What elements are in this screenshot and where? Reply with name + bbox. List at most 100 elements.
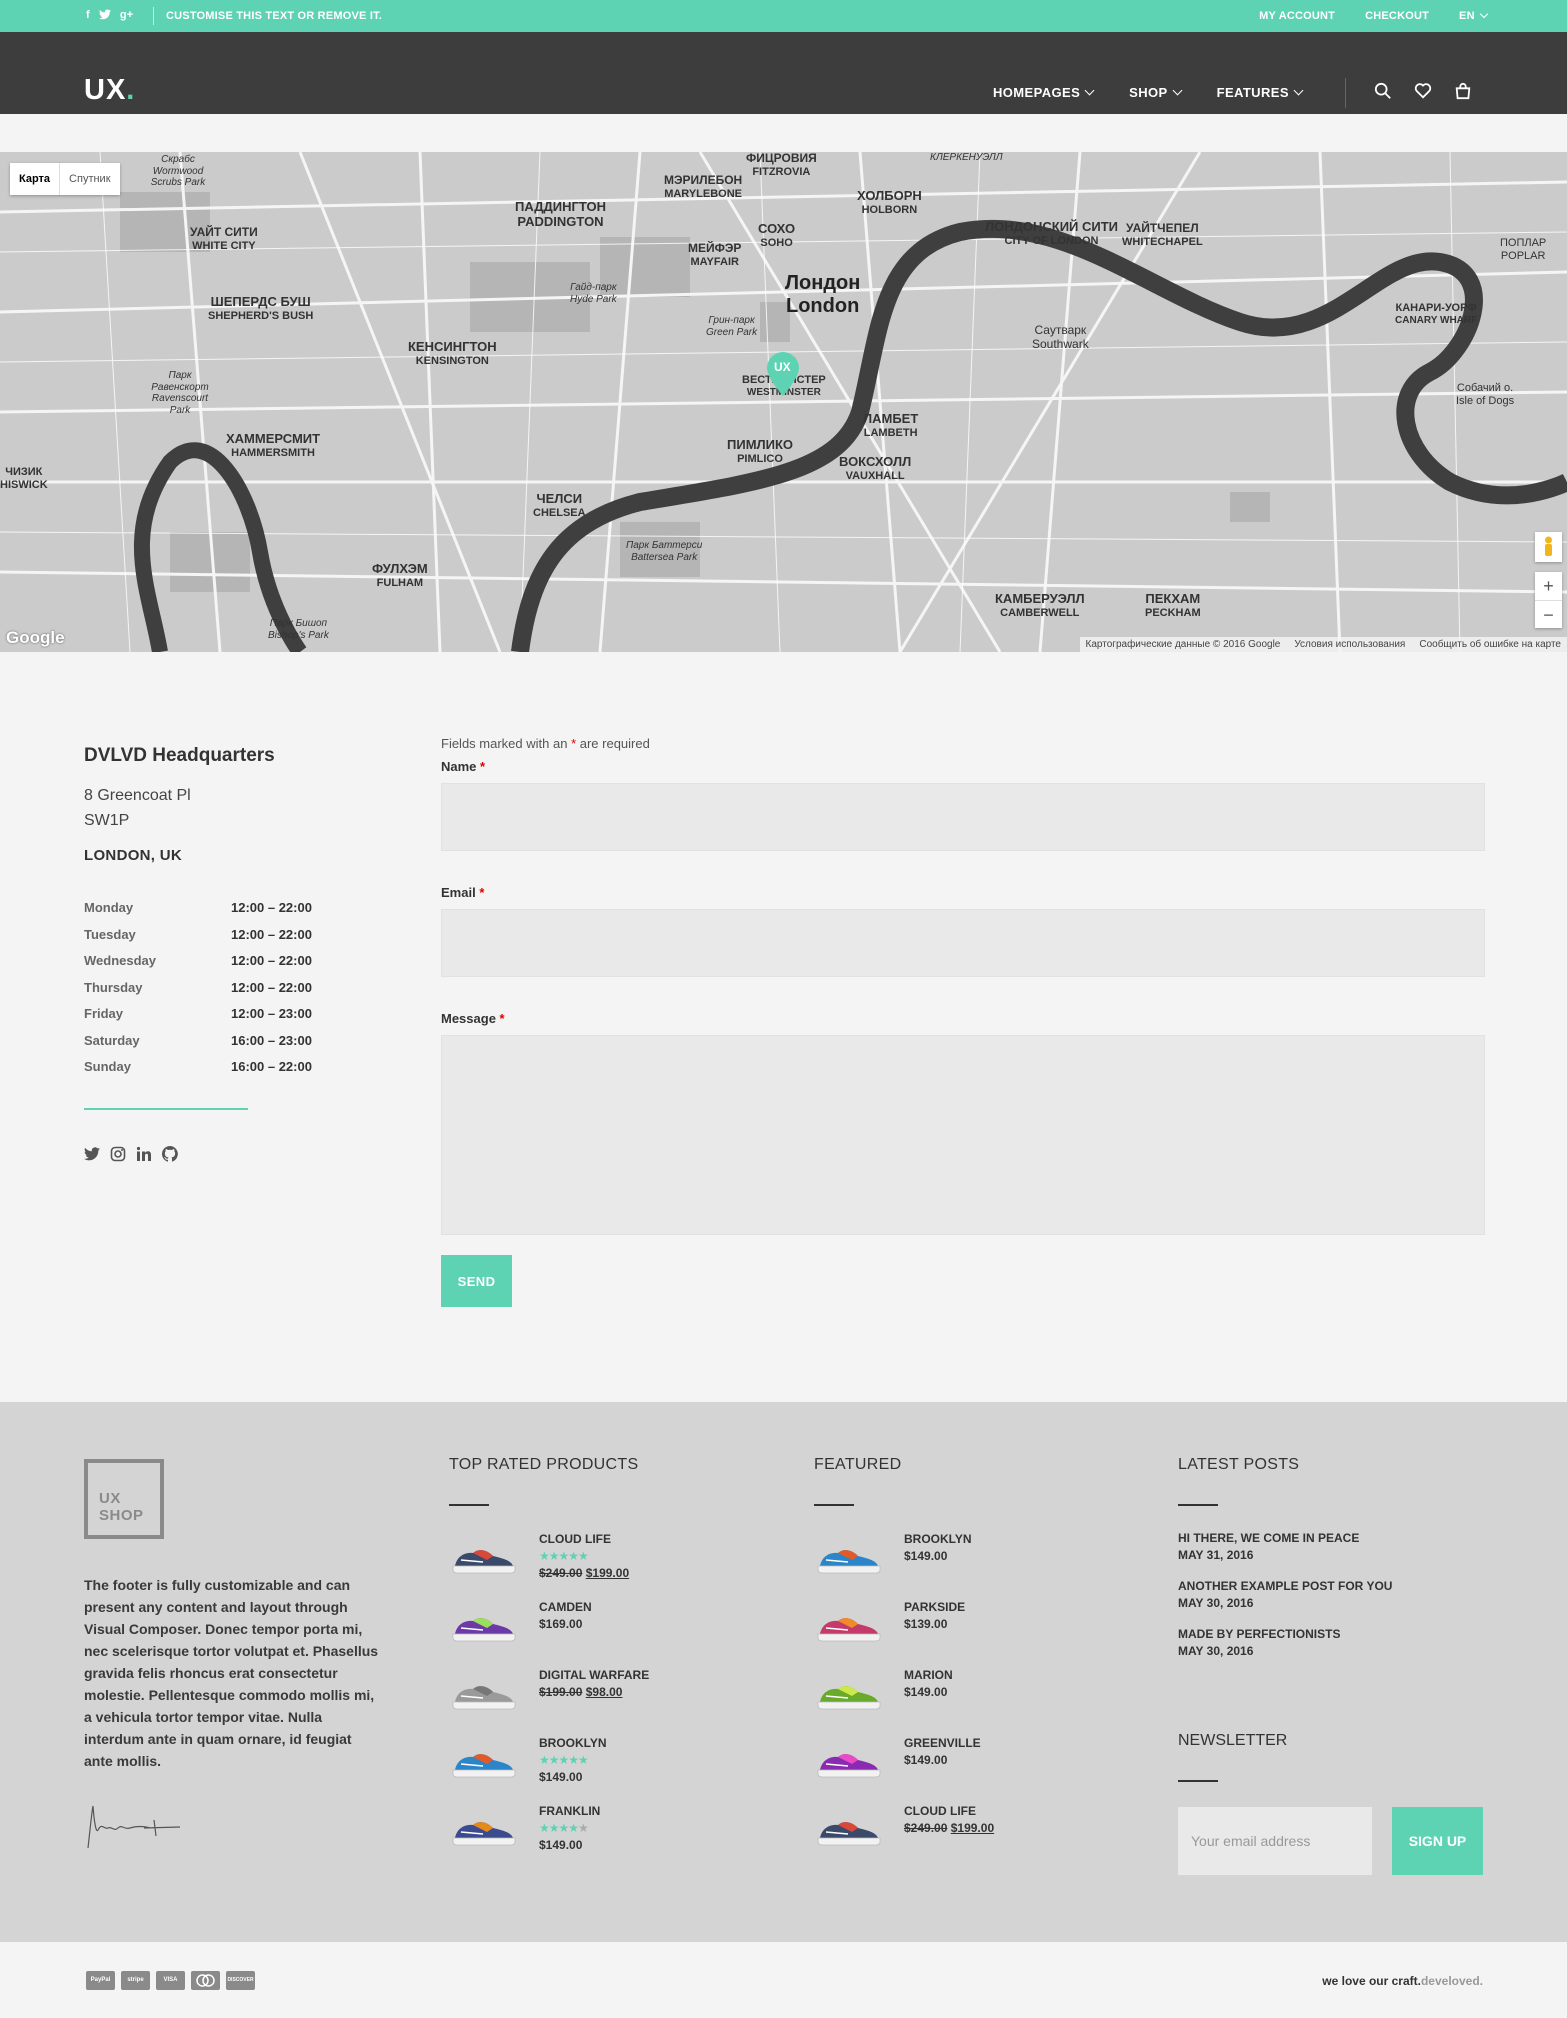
product-price-row: $149.00 (539, 1770, 607, 1784)
heart-icon[interactable] (1414, 82, 1432, 105)
stripe-icon: stripe (121, 1971, 150, 1990)
product-name[interactable]: CLOUD LIFE (904, 1804, 994, 1818)
map-pin-label: UX (774, 360, 791, 374)
map-label-camberwell: КАМБЕРУЭЛЛ CAMBERWELL (995, 591, 1085, 619)
product-thumbnail[interactable] (449, 1672, 519, 1714)
product-price: $149.00 (539, 1770, 583, 1784)
post-item[interactable]: MADE BY PERFECTIONISTS MAY 30, 2016 (1178, 1626, 1392, 1660)
post-item[interactable]: ANOTHER EXAMPLE POST FOR YOU MAY 30, 2016 (1178, 1578, 1392, 1612)
send-button[interactable]: SEND (441, 1255, 512, 1307)
name-field[interactable] (441, 783, 1485, 851)
product-thumbnail[interactable] (449, 1740, 519, 1782)
product-item[interactable]: BROOKLYN $149.00 (814, 1530, 994, 1598)
product-thumbnail[interactable] (814, 1740, 884, 1782)
post-title[interactable]: MADE BY PERFECTIONISTS (1178, 1626, 1392, 1643)
product-item[interactable]: GREENVILLE $149.00 (814, 1734, 994, 1802)
credit-link[interactable]: develoved. (1421, 1974, 1483, 1988)
nav-homepages[interactable]: HOMEPAGES (993, 85, 1095, 100)
product-name[interactable]: GREENVILLE (904, 1736, 981, 1750)
product-item[interactable]: CLOUD LIFE ★★★★★ $249.00 $199.00 (449, 1530, 649, 1598)
search-icon[interactable] (1374, 82, 1392, 105)
post-title[interactable]: HI THERE, WE COME IN PEACE (1178, 1530, 1392, 1547)
instagram-icon[interactable] (110, 1146, 126, 1167)
top-bar: f g+ CUSTOMISE THIS TEXT OR REMOVE IT. M… (0, 0, 1567, 32)
newsletter-signup-button[interactable]: SIGN UP (1392, 1807, 1483, 1875)
map-label-battersea-park: Парк Баттерси Battersea Park (626, 540, 703, 563)
product-item[interactable]: BROOKLYN ★★★★★ $149.00 (449, 1734, 649, 1802)
post-title[interactable]: ANOTHER EXAMPLE POST FOR YOU (1178, 1578, 1392, 1595)
googleplus-icon[interactable]: g+ (120, 9, 134, 23)
product-name[interactable]: PARKSIDE (904, 1600, 965, 1614)
map-label-vauxhall: ВОКСХОЛЛ VAUXHALL (839, 454, 912, 482)
product-name[interactable]: CAMDEN (539, 1600, 592, 1614)
map-label-southwark: Саутварк Southwark (1032, 323, 1089, 351)
product-name[interactable]: BROOKLYN (904, 1532, 972, 1546)
map-label-holborn: ХОЛБОРН HOLBORN (857, 188, 922, 216)
map-label-mayfair: МЕЙФЭР MAYFAIR (688, 241, 742, 268)
product-thumbnail[interactable] (449, 1536, 519, 1578)
contact-form: Fields marked with an * are required Nam… (441, 736, 1485, 1307)
zoom-in-button[interactable]: + (1535, 572, 1562, 600)
product-name[interactable]: MARION (904, 1668, 953, 1682)
twitter-icon[interactable] (84, 1146, 100, 1167)
facebook-icon[interactable]: f (86, 9, 90, 23)
product-item[interactable]: CLOUD LIFE $249.00 $199.00 (814, 1802, 994, 1870)
product-name[interactable]: FRANKLIN (539, 1804, 600, 1818)
bag-icon[interactable] (1454, 82, 1472, 105)
product-price-row: $249.00 $199.00 (904, 1821, 994, 1835)
hours-day: Tuesday (84, 926, 136, 942)
footer-logo[interactable]: UX SHOP (84, 1459, 164, 1539)
chevron-down-icon (1479, 9, 1489, 19)
topbar-social: f g+ (86, 9, 133, 23)
nav-features[interactable]: FEATURES (1217, 85, 1304, 100)
hours-day: Friday (84, 1006, 124, 1021)
rating-stars: ★★★★★ (539, 1753, 589, 1767)
product-price: $169.00 (539, 1617, 583, 1631)
product-name[interactable]: DIGITAL WARFARE (539, 1668, 649, 1682)
product-thumbnail[interactable] (814, 1808, 884, 1850)
product-item[interactable]: MARION $149.00 (814, 1666, 994, 1734)
product-price-row: $199.00 $98.00 (539, 1685, 649, 1699)
hours-time: 12:00 – 22:00 (231, 953, 312, 968)
product-name[interactable]: CLOUD LIFE (539, 1532, 629, 1546)
product-price-row: $149.00 (904, 1753, 981, 1767)
product-thumbnail[interactable] (814, 1536, 884, 1578)
github-icon[interactable] (161, 1145, 178, 1167)
checkout-link[interactable]: CHECKOUT (1365, 10, 1429, 22)
message-label: Message * (441, 1011, 505, 1026)
product-item[interactable]: PARKSIDE $139.00 (814, 1598, 994, 1666)
email-field[interactable] (441, 909, 1485, 977)
post-item[interactable]: HI THERE, WE COME IN PEACE MAY 31, 2016 (1178, 1530, 1392, 1564)
latest-posts-column: LATEST POSTS HI THERE, WE COME IN PEACE M… (1178, 1456, 1392, 1674)
product-name[interactable]: BROOKLYN (539, 1736, 607, 1750)
language-selector[interactable]: EN (1459, 9, 1489, 22)
credit-text: we love our craft.develoved. (1322, 1974, 1483, 1988)
nav-shop[interactable]: SHOP (1129, 85, 1183, 100)
featured-column: FEATURED BROOKLYN $149.00 PARKSIDE $139.00 M… (814, 1456, 994, 1870)
street-view-icon[interactable] (1535, 532, 1562, 562)
product-thumbnail[interactable] (449, 1808, 519, 1850)
product-thumbnail[interactable] (814, 1672, 884, 1714)
map-report-link[interactable]: Сообщить об ошибке на карте (1419, 639, 1561, 650)
zoom-out-button[interactable]: − (1535, 600, 1562, 628)
product-item[interactable]: DIGITAL WARFARE $199.00 $98.00 (449, 1666, 649, 1734)
linkedin-icon[interactable] (136, 1146, 152, 1167)
my-account-link[interactable]: MY ACCOUNT (1259, 10, 1335, 22)
map-pin[interactable]: UX (767, 352, 799, 396)
logo[interactable]: UX. (84, 74, 135, 107)
product-item[interactable]: CAMDEN $169.00 (449, 1598, 649, 1666)
product-old-price: $199.00 (539, 1685, 583, 1699)
newsletter-email-input[interactable]: Your email address (1178, 1807, 1372, 1875)
product-price: $149.00 (904, 1685, 948, 1699)
map-terms-link[interactable]: Условия использования (1294, 639, 1405, 650)
product-thumbnail[interactable] (814, 1604, 884, 1646)
map-type-map[interactable]: Карта (10, 163, 59, 195)
map-type-satellite[interactable]: Спутник (59, 163, 119, 195)
message-field[interactable] (441, 1035, 1485, 1235)
hours-row: Thursday 12:00 – 22:00 (84, 980, 404, 1007)
top-rated-column: TOP RATED PRODUCTS CLOUD LIFE ★★★★★ $249.0… (449, 1456, 649, 1870)
location-map[interactable]: Карта Спутник Лондон London Гайд-парк Hyde… (0, 152, 1567, 652)
product-item[interactable]: FRANKLIN ★★★★★ $149.00 (449, 1802, 649, 1870)
product-thumbnail[interactable] (449, 1604, 519, 1646)
twitter-icon[interactable] (98, 9, 111, 23)
